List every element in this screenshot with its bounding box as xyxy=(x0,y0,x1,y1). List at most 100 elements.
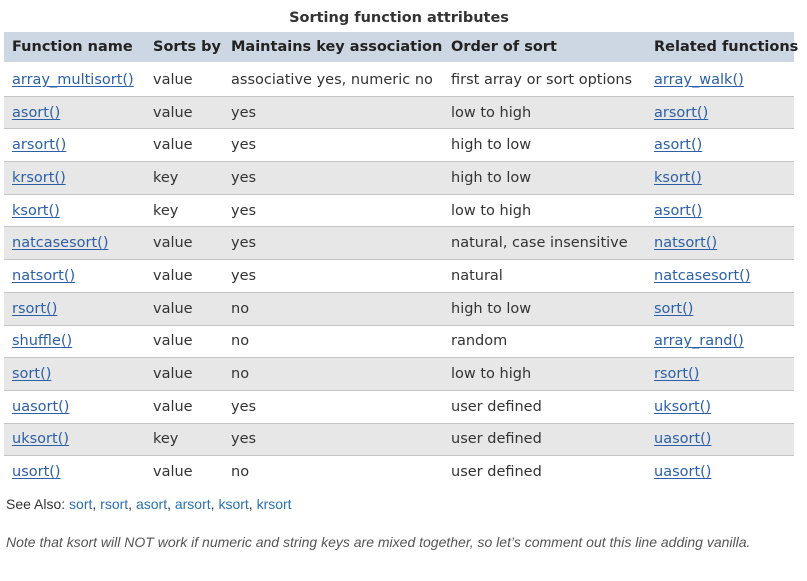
related-function-link[interactable]: uasort() xyxy=(654,431,711,447)
header-order-of-sort: Order of sort xyxy=(443,32,646,64)
key-association-cell: no xyxy=(223,291,443,325)
function-name-link[interactable]: asort() xyxy=(12,105,60,121)
sorts-by-cell: value xyxy=(145,357,223,391)
table-row: shuffle() value no random array_rand() xyxy=(4,324,794,358)
related-function-cell: uksort() xyxy=(646,389,794,424)
key-association-cell: yes xyxy=(223,259,443,293)
related-function-cell: array_walk() xyxy=(646,62,794,97)
key-association-cell: no xyxy=(223,324,443,358)
related-function-cell: array_rand() xyxy=(646,324,794,358)
order-of-sort-cell: high to low xyxy=(443,291,646,325)
related-function-cell: asort() xyxy=(646,193,794,227)
key-association-cell: yes xyxy=(223,161,443,195)
table-row: natsort() value yes natural natcasesort() xyxy=(4,259,794,293)
function-name-link[interactable]: rsort() xyxy=(12,301,57,317)
table-row: usort() value no user defined uasort() xyxy=(4,455,794,488)
table-row: asort() value yes low to high arsort() xyxy=(4,95,794,129)
header-sorts-by: Sorts by xyxy=(145,32,223,64)
function-name-cell: natcasesort() xyxy=(4,226,145,260)
table-row: arsort() value yes high to low asort() xyxy=(4,128,794,162)
order-of-sort-cell: natural xyxy=(443,259,646,293)
function-name-cell: arsort() xyxy=(4,128,145,162)
function-name-link[interactable]: arsort() xyxy=(12,137,66,153)
related-function-link[interactable]: asort() xyxy=(654,137,702,153)
table-row: rsort() value no high to low sort() xyxy=(4,291,794,325)
see-also-link[interactable]: krsort xyxy=(257,496,292,512)
related-function-link[interactable]: rsort() xyxy=(654,366,699,382)
function-name-cell: natsort() xyxy=(4,259,145,293)
function-name-link[interactable]: shuffle() xyxy=(12,333,72,349)
related-function-link[interactable]: ksort() xyxy=(654,170,702,186)
table-caption: Sorting function attributes xyxy=(289,10,509,26)
key-association-cell: yes xyxy=(223,422,443,456)
table-header-row: Function name Sorts by Maintains key ass… xyxy=(4,32,798,64)
related-function-cell: sort() xyxy=(646,291,794,325)
table-row: krsort() key yes high to low ksort() xyxy=(4,161,794,195)
related-function-link[interactable]: uasort() xyxy=(654,464,711,480)
header-function-name: Function name xyxy=(4,32,145,64)
see-also-link[interactable]: asort xyxy=(136,496,167,512)
table-body: array_multisort() value associative yes, n… xyxy=(4,62,794,488)
related-function-link[interactable]: array_walk() xyxy=(654,72,744,88)
see-also-line: See Also: sort, rsort, asort, arsort, ks… xyxy=(6,496,292,512)
key-association-cell: yes xyxy=(223,95,443,129)
related-function-cell: natcasesort() xyxy=(646,259,794,293)
order-of-sort-cell: low to high xyxy=(443,193,646,227)
function-name-link[interactable]: uksort() xyxy=(12,431,69,447)
related-function-cell: uasort() xyxy=(646,455,794,488)
table-row: array_multisort() value associative yes, n… xyxy=(4,62,794,97)
order-of-sort-cell: high to low xyxy=(443,128,646,162)
key-association-cell: yes xyxy=(223,193,443,227)
see-also-link[interactable]: sort xyxy=(69,496,92,512)
function-name-link[interactable]: natcasesort() xyxy=(12,235,108,251)
related-function-cell: rsort() xyxy=(646,357,794,391)
sorts-by-cell: value xyxy=(145,95,223,129)
table-row: ksort() key yes low to high asort() xyxy=(4,193,794,227)
function-name-link[interactable]: natsort() xyxy=(12,268,75,284)
order-of-sort-cell: user defined xyxy=(443,422,646,456)
sorts-by-cell: value xyxy=(145,291,223,325)
see-also-link[interactable]: rsort xyxy=(100,496,128,512)
related-function-link[interactable]: arsort() xyxy=(654,105,708,121)
sorting-functions-table-container: Sorting function attributes Function nam… xyxy=(4,4,798,488)
sorts-by-cell: key xyxy=(145,193,223,227)
function-name-cell: shuffle() xyxy=(4,324,145,358)
function-name-cell: uksort() xyxy=(4,422,145,456)
related-function-link[interactable]: natsort() xyxy=(654,235,717,251)
see-also-link[interactable]: arsort xyxy=(175,496,211,512)
function-name-cell: rsort() xyxy=(4,291,145,325)
function-name-link[interactable]: ksort() xyxy=(12,203,60,219)
related-function-link[interactable]: uksort() xyxy=(654,399,711,415)
function-name-link[interactable]: sort() xyxy=(12,366,51,382)
header-related-functions: Related functions xyxy=(646,32,798,64)
table-row: uksort() key yes user defined uasort() xyxy=(4,422,794,456)
related-function-cell: uasort() xyxy=(646,422,794,456)
order-of-sort-cell: natural, case insensitive xyxy=(443,226,646,260)
related-function-link[interactable]: asort() xyxy=(654,203,702,219)
sorts-by-cell: value xyxy=(145,62,223,97)
function-name-cell: krsort() xyxy=(4,161,145,195)
key-association-cell: no xyxy=(223,357,443,391)
function-name-link[interactable]: array_multisort() xyxy=(12,72,134,88)
function-name-cell: asort() xyxy=(4,95,145,129)
function-name-link[interactable]: uasort() xyxy=(12,399,69,415)
function-name-cell: sort() xyxy=(4,357,145,391)
sorts-by-cell: value xyxy=(145,455,223,488)
header-key-association: Maintains key association xyxy=(223,32,443,64)
sorts-by-cell: value xyxy=(145,324,223,358)
sorts-by-cell: value xyxy=(145,389,223,424)
table-row: natcasesort() value yes natural, case insen… xyxy=(4,226,794,260)
order-of-sort-cell: low to high xyxy=(443,357,646,391)
sorts-by-cell: key xyxy=(145,422,223,456)
see-also-link[interactable]: ksort xyxy=(218,496,248,512)
related-function-link[interactable]: natcasesort() xyxy=(654,268,750,284)
function-name-link[interactable]: krsort() xyxy=(12,170,66,186)
function-name-link[interactable]: usort() xyxy=(12,464,61,480)
related-function-link[interactable]: array_rand() xyxy=(654,333,744,349)
related-function-link[interactable]: sort() xyxy=(654,301,693,317)
function-name-cell: usort() xyxy=(4,455,145,488)
sorts-by-cell: key xyxy=(145,161,223,195)
key-association-cell: associative yes, numeric no xyxy=(223,62,443,97)
order-of-sort-cell: low to high xyxy=(443,95,646,129)
function-name-cell: ksort() xyxy=(4,193,145,227)
